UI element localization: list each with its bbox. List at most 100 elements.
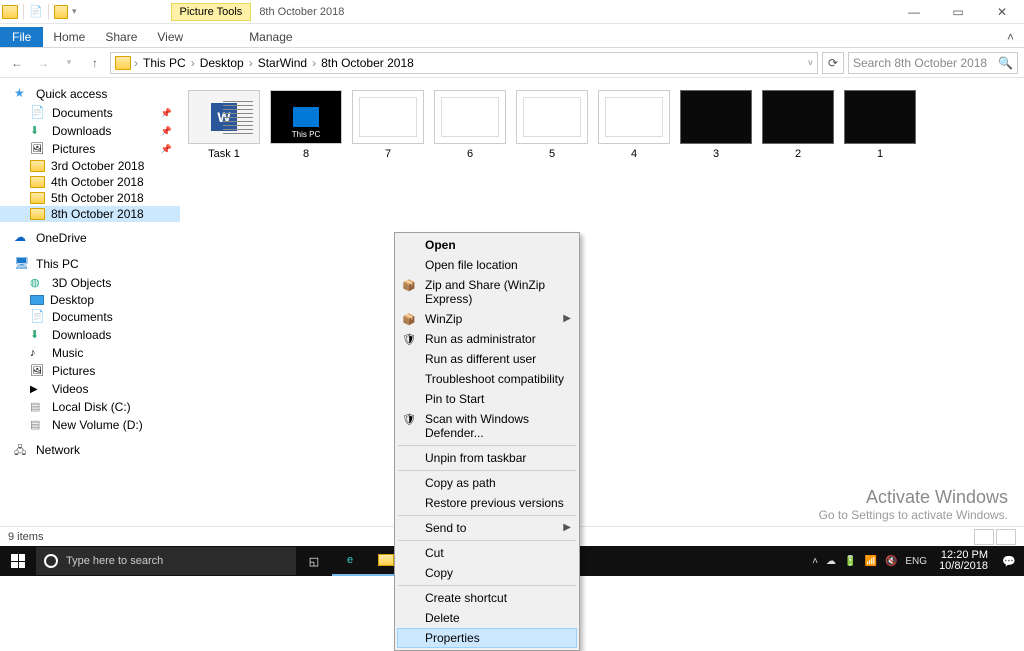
sidebar-item[interactable]: 3D Objects: [0, 274, 180, 292]
chevron-right-icon[interactable]: ›: [248, 56, 254, 70]
menu-item-label: Open: [425, 238, 456, 252]
menu-item-label: Unpin from taskbar: [425, 451, 526, 465]
qat-button[interactable]: 📄: [29, 5, 43, 19]
ribbon-tab-share[interactable]: Share: [95, 27, 147, 47]
sidebar-item[interactable]: Videos: [0, 380, 180, 398]
up-button[interactable]: ↑: [84, 56, 106, 70]
sidebar-item[interactable]: 3rd October 2018: [0, 158, 180, 174]
context-menu-item[interactable]: Troubleshoot compatibility: [397, 369, 577, 389]
context-menu-item[interactable]: Properties: [397, 628, 577, 648]
crumb-this-pc[interactable]: This PC: [141, 56, 188, 70]
sidebar-item[interactable]: Pictures📌: [0, 140, 180, 158]
file-item[interactable]: WTask 1: [184, 90, 264, 160]
file-item[interactable]: 3: [676, 90, 756, 160]
sidebar-item[interactable]: 8th October 2018: [0, 206, 180, 222]
sidebar-this-pc[interactable]: 🖥 This PC: [0, 254, 180, 274]
onedrive-tray-icon[interactable]: ☁: [826, 556, 836, 567]
file-item[interactable]: 7: [348, 90, 428, 160]
sidebar-network[interactable]: Network: [0, 440, 180, 460]
context-menu-item[interactable]: 📦Zip and Share (WinZip Express): [397, 275, 577, 309]
ribbon-tab-manage[interactable]: Manage: [239, 27, 302, 47]
sidebar-item[interactable]: Music: [0, 344, 180, 362]
search-icon[interactable]: 🔍: [998, 56, 1013, 70]
refresh-button[interactable]: ⟳: [822, 52, 844, 74]
context-menu-item[interactable]: Pin to Start: [397, 389, 577, 409]
notifications-button[interactable]: 💬: [994, 546, 1024, 576]
sidebar-item[interactable]: 4th October 2018: [0, 174, 180, 190]
file-name: 5: [549, 148, 555, 160]
file-item[interactable]: 6: [430, 90, 510, 160]
address-dropdown-icon[interactable]: ˅: [808, 58, 813, 68]
forward-button[interactable]: →: [32, 56, 54, 70]
context-menu-item[interactable]: 📦WinZip▶: [397, 309, 577, 329]
sidebar-item[interactable]: Documents: [0, 308, 180, 326]
sidebar-item[interactable]: New Volume (D:): [0, 416, 180, 434]
context-menu-item[interactable]: 🛡Run as administrator: [397, 329, 577, 349]
file-item[interactable]: 2: [758, 90, 838, 160]
context-menu-item[interactable]: Open: [397, 235, 577, 255]
ribbon-tab-home[interactable]: Home: [43, 27, 95, 47]
taskbar-app-edge[interactable]: e: [332, 546, 368, 576]
context-menu-item[interactable]: Create shortcut: [397, 588, 577, 608]
context-menu-item[interactable]: 🛡Scan with Windows Defender...: [397, 409, 577, 443]
language-indicator[interactable]: ENG: [905, 556, 927, 567]
ribbon-expand-icon[interactable]: ˄: [997, 27, 1024, 47]
qat-button-2[interactable]: [54, 5, 68, 19]
sidebar-item[interactable]: Desktop: [0, 292, 180, 308]
qat-dropdown-icon[interactable]: ▾: [70, 6, 79, 17]
onedrive-label: OneDrive: [36, 231, 87, 245]
chevron-right-icon[interactable]: ›: [311, 56, 317, 70]
crumb-current[interactable]: 8th October 2018: [319, 56, 416, 70]
context-menu-item[interactable]: Send to▶: [397, 518, 577, 538]
back-button[interactable]: ←: [6, 56, 28, 70]
file-item[interactable]: 1: [840, 90, 920, 160]
sidebar-item-label: Downloads: [52, 124, 111, 138]
ribbon-tab-view[interactable]: View: [147, 27, 193, 47]
sidebar-item[interactable]: Downloads📌: [0, 122, 180, 140]
taskbar-clock[interactable]: 12:20 PM 10/8/2018: [933, 550, 994, 572]
tray-chevron-icon[interactable]: ˄: [812, 556, 818, 567]
context-menu-item[interactable]: Restore previous versions: [397, 493, 577, 513]
context-menu-item[interactable]: Unpin from taskbar: [397, 448, 577, 468]
picture-tools-tab[interactable]: Picture Tools: [171, 3, 252, 21]
context-menu-item[interactable]: Delete: [397, 608, 577, 628]
file-item[interactable]: 5: [512, 90, 592, 160]
thumbnails-view-button[interactable]: [996, 529, 1016, 545]
system-tray[interactable]: ˄ ☁ 🔋 📶 🔇 ENG: [806, 556, 933, 567]
breadcrumb[interactable]: › This PC › Desktop › StarWind › 8th Oct…: [110, 52, 818, 74]
crumb-desktop[interactable]: Desktop: [198, 56, 246, 70]
battery-icon[interactable]: 🔋: [844, 556, 856, 567]
file-item[interactable]: 4: [594, 90, 674, 160]
sidebar-quick-access[interactable]: ★ Quick access: [0, 84, 180, 104]
wifi-icon[interactable]: 📶: [864, 556, 876, 567]
volume-icon[interactable]: 🔇: [885, 556, 897, 567]
sidebar-item[interactable]: Downloads: [0, 326, 180, 344]
maximize-button[interactable]: ▭: [936, 0, 980, 24]
taskbar-search[interactable]: Type here to search: [36, 547, 296, 575]
context-menu-item[interactable]: Open file location: [397, 255, 577, 275]
close-button[interactable]: ✕: [980, 0, 1024, 24]
details-view-button[interactable]: [974, 529, 994, 545]
menu-item-label: Troubleshoot compatibility: [425, 372, 564, 386]
file-view[interactable]: WTask 1This PC87654321 Activate Windows …: [180, 78, 1024, 526]
context-menu-item[interactable]: Run as different user: [397, 349, 577, 369]
chevron-right-icon[interactable]: ›: [133, 56, 139, 70]
sidebar-onedrive[interactable]: ☁ OneDrive: [0, 228, 180, 248]
recent-dropdown-icon[interactable]: ▾: [58, 57, 80, 68]
context-menu-item[interactable]: Copy: [397, 563, 577, 583]
file-name: 7: [385, 148, 391, 160]
sidebar-item[interactable]: Pictures: [0, 362, 180, 380]
context-menu-item[interactable]: Cut: [397, 543, 577, 563]
file-tab[interactable]: File: [0, 27, 43, 47]
crumb-starwind[interactable]: StarWind: [256, 56, 309, 70]
search-input[interactable]: Search 8th October 2018 🔍: [848, 52, 1018, 74]
context-menu-item[interactable]: Copy as path: [397, 473, 577, 493]
chevron-right-icon[interactable]: ›: [190, 56, 196, 70]
sidebar-item[interactable]: Local Disk (C:): [0, 398, 180, 416]
minimize-button[interactable]: —: [892, 0, 936, 24]
start-button[interactable]: [0, 554, 36, 568]
sidebar-item[interactable]: 5th October 2018: [0, 190, 180, 206]
file-item[interactable]: This PC8: [266, 90, 346, 160]
sidebar-item[interactable]: Documents📌: [0, 104, 180, 122]
task-view-button[interactable]: ◱: [296, 546, 332, 576]
